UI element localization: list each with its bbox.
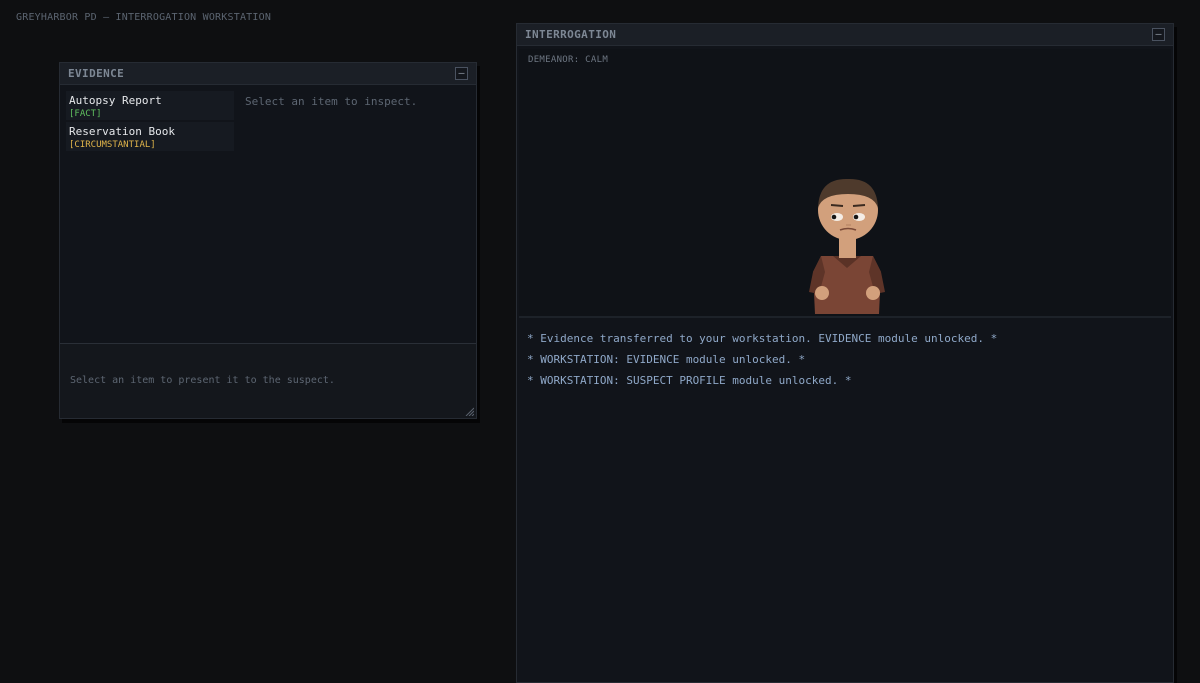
evidence-minimize-button[interactable]: – (455, 67, 468, 80)
log-line: * WORKSTATION: EVIDENCE module unlocked.… (527, 353, 806, 366)
evidence-list: Autopsy Report [FACT] Reservation Book [… (66, 91, 234, 153)
evidence-window-title: EVIDENCE (68, 67, 125, 80)
evidence-item-reservation-book[interactable]: Reservation Book [CIRCUMSTANTIAL] (66, 122, 234, 151)
interrogation-log: * Evidence transferred to your workstati… (527, 328, 1163, 391)
suspect-portrait[interactable] (797, 164, 897, 314)
interrogation-window-title: INTERROGATION (525, 28, 617, 41)
present-hint: Select an item to present it to the susp… (70, 375, 335, 386)
interrogation-titlebar[interactable]: INTERROGATION – (517, 24, 1173, 46)
demeanor-status: DEMEANOR: CALM (528, 55, 609, 65)
evidence-item-name: Autopsy Report (69, 94, 162, 107)
app-title: GREYHARBOR PD — INTERROGATION WORKSTATIO… (16, 12, 272, 23)
interrogation-minimize-button[interactable]: – (1152, 28, 1165, 41)
log-line: * Evidence transferred to your workstati… (527, 332, 998, 345)
interrogation-window: INTERROGATION – DEMEANOR: CALM * Evidenc… (516, 23, 1174, 683)
resize-grip-icon[interactable] (464, 406, 474, 416)
suspect-scene: DEMEANOR: CALM (519, 49, 1171, 318)
evidence-detail-placeholder: Select an item to inspect. (245, 95, 418, 108)
evidence-item-tag: [FACT] (69, 109, 102, 119)
evidence-item-autopsy-report[interactable]: Autopsy Report [FACT] (66, 91, 234, 120)
evidence-window: EVIDENCE – Autopsy Report [FACT] Reserva… (59, 62, 477, 419)
evidence-titlebar[interactable]: EVIDENCE – (60, 63, 476, 85)
evidence-item-name: Reservation Book (69, 125, 175, 138)
evidence-item-tag: [CIRCUMSTANTIAL] (69, 140, 156, 150)
present-evidence-area[interactable]: Select an item to present it to the susp… (60, 343, 476, 418)
log-line: * WORKSTATION: SUSPECT PROFILE module un… (527, 374, 852, 387)
evidence-body: Autopsy Report [FACT] Reservation Book [… (60, 85, 476, 345)
